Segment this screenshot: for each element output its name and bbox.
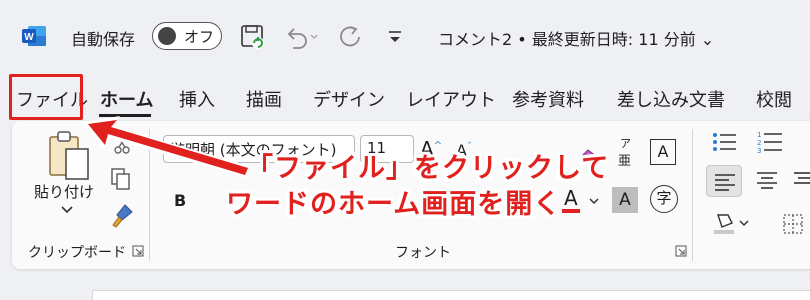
annotation-line-2: ワードのホーム画面を開く	[226, 189, 562, 220]
annotation-line-1: 「ファイル」をクリックして	[246, 153, 610, 184]
